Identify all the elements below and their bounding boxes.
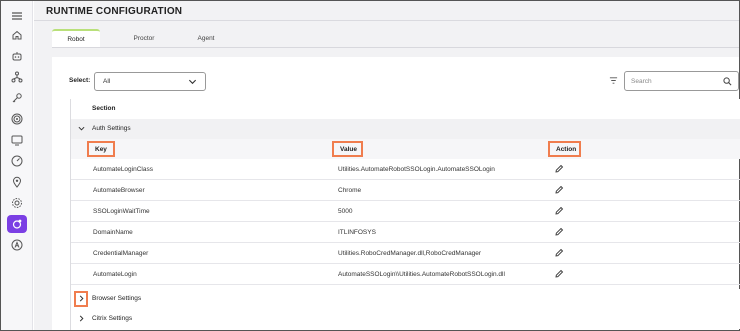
section-column-label: Section [92,105,116,112]
edit-icon[interactable] [554,227,564,237]
config-panel: Select: All Section Auth Settings Key Va… [52,57,740,330]
title-divider [34,20,739,21]
select-value: All [103,78,111,85]
target-icon[interactable] [10,112,24,126]
menu-icon[interactable] [10,9,24,23]
group-auth-settings[interactable]: Auth Settings [71,119,740,139]
tab-proctor[interactable]: Proctor [124,29,164,47]
edit-icon[interactable] [554,206,564,216]
table-row: DomainName ITLINFOSYS [71,222,740,243]
row-key: DomainName [93,229,133,236]
row-value: Utilities.RoboCredManager.dll,RoboCredMa… [338,250,482,257]
chevron-right-icon[interactable] [78,295,85,302]
agent-icon[interactable] [10,238,24,252]
edit-icon[interactable] [554,185,564,195]
key-icon[interactable] [10,91,24,105]
table-section-header: Section [71,99,740,119]
group-citrix-settings[interactable]: Citrix Settings [71,309,740,329]
main-content: RUNTIME CONFIGURATION Robot Proctor Agen… [34,1,740,330]
row-value: Chrome [338,187,362,194]
home-icon[interactable] [10,28,24,42]
table-row: CredentialManager Utilities.RoboCredMana… [71,243,740,264]
row-key: SSOLoginWaitTime [93,208,150,215]
filter-icon[interactable] [609,76,618,85]
gauge-icon[interactable] [10,154,24,168]
row-key: AutomateBrowser [93,187,145,194]
column-header-row: Key Value Action [71,139,740,159]
page-title: RUNTIME CONFIGURATION [46,6,183,17]
table-row: AutomateLogin AutomateSSOLogin\\Utilitie… [71,264,740,285]
column-action: Action [548,141,581,157]
search-icon[interactable] [723,77,732,86]
location-icon[interactable] [10,175,24,189]
table-row: AutomateBrowser Chrome [71,180,740,201]
column-key: Key [87,141,115,157]
row-value: Utilities.AutomateRobotSSOLogin.Automate… [338,166,495,173]
chevron-down-icon[interactable] [78,125,85,132]
config-table: Section Auth Settings Key Value Action A… [70,99,740,330]
network-icon[interactable] [10,70,24,84]
search-input[interactable] [631,75,721,87]
chevron-right-icon[interactable] [78,315,85,322]
group-label: Browser Settings [92,295,142,302]
row-key: CredentialManager [93,250,149,257]
edit-icon[interactable] [554,248,564,258]
row-key: AutomateLoginClass [93,166,153,173]
tab-robot[interactable]: Robot [52,29,100,47]
edit-icon[interactable] [554,164,564,174]
select-label: Select: [69,77,91,84]
row-value: 5000 [338,208,353,215]
group-label: Auth Settings [92,125,131,132]
row-value: ITLINFOSYS [338,229,376,236]
chevron-down-icon [188,79,197,85]
row-value: AutomateSSOLogin\\Utilities.AutomateRobo… [338,271,505,278]
search-box [624,71,739,91]
group-label: Citrix Settings [92,315,133,322]
runtime-config-icon[interactable] [7,215,27,233]
table-row: SSOLoginWaitTime 5000 [71,201,740,222]
edit-icon[interactable] [554,269,564,279]
column-value: Value [332,141,363,157]
tab-agent[interactable]: Agent [188,29,224,47]
section-select[interactable]: All [94,72,206,91]
row-key: AutomateLogin [93,271,137,278]
table-row: AutomateLoginClass Utilities.AutomateRob… [71,159,740,180]
settings-icon[interactable] [10,196,24,210]
group-browser-settings[interactable]: Browser Settings [71,289,740,309]
monitor-icon[interactable] [10,133,24,147]
sidebar [1,1,33,330]
tabs-divider [52,47,739,48]
robot-icon[interactable] [10,49,24,63]
